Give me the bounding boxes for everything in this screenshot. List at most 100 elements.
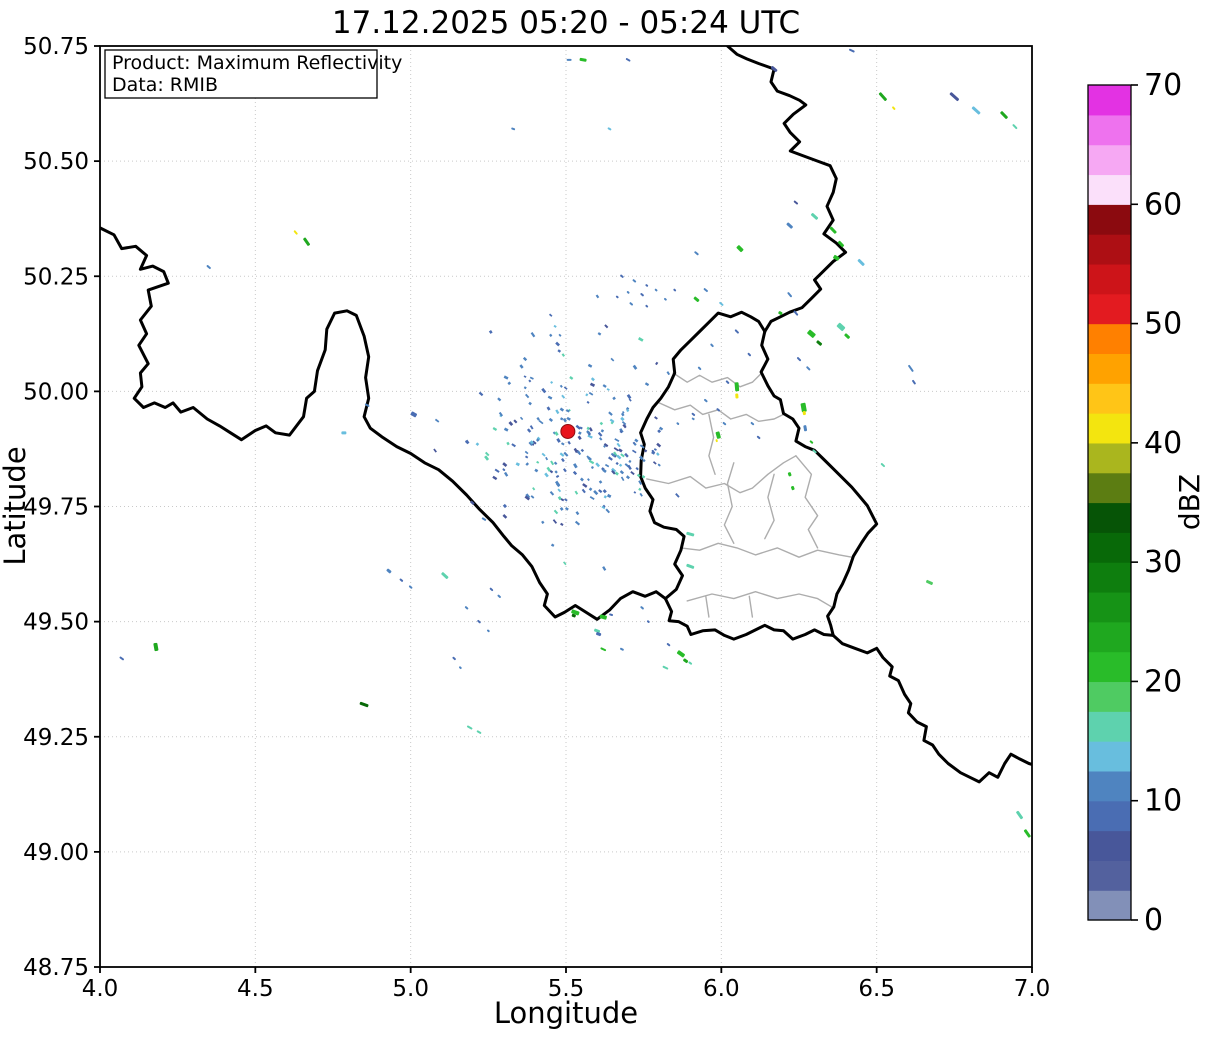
- clutter-speck: [506, 441, 510, 446]
- radar-echo: [293, 230, 298, 235]
- radar-echo: [645, 284, 649, 287]
- clutter-speck: [513, 419, 518, 424]
- radar-echo: [787, 472, 792, 477]
- colorbar-segment: [1088, 114, 1131, 146]
- clutter-speck: [578, 431, 582, 435]
- clutter-speck: [598, 480, 603, 484]
- clutter-speck: [602, 566, 607, 571]
- colorbar-segment: [1088, 413, 1131, 444]
- clutter-speck: [555, 409, 560, 415]
- clutter-speck: [507, 381, 512, 386]
- clutter-speck: [639, 492, 643, 497]
- radar-echo: [829, 226, 837, 234]
- clutter-speck: [559, 384, 563, 388]
- colorbar-segment: [1088, 562, 1131, 593]
- y-tick-label: 50.25: [23, 264, 89, 290]
- clutter-speck: [656, 442, 662, 448]
- radar-echo: [486, 629, 490, 633]
- y-tick-label: 48.75: [23, 955, 89, 981]
- clutter-speck: [515, 462, 520, 467]
- clutter-speck: [588, 459, 595, 465]
- clutter-speck: [502, 514, 508, 519]
- radar-echo: [715, 431, 721, 439]
- clutter-speck: [553, 509, 559, 515]
- y-tick-label: 49.00: [23, 840, 89, 866]
- radar-echo: [971, 106, 981, 115]
- radar-echo: [303, 237, 311, 246]
- region-border-line: [748, 595, 754, 618]
- radar-echo: [949, 92, 960, 102]
- radar-echo: [857, 258, 865, 266]
- clutter-speck: [552, 519, 558, 524]
- radar-echo: [725, 380, 730, 384]
- radar-echo: [632, 279, 637, 283]
- colorbar-segment: [1088, 860, 1131, 891]
- clutter-speck: [632, 449, 637, 454]
- radar-echo: [750, 421, 755, 426]
- radar-echo: [410, 411, 418, 418]
- clutter-speck: [530, 495, 535, 499]
- colorbar-segment: [1088, 144, 1131, 176]
- clutter-speck: [503, 375, 509, 380]
- radar-echo: [800, 402, 807, 413]
- clutter-speck: [523, 386, 527, 390]
- radar-echo: [926, 579, 933, 585]
- clutter-speck: [598, 489, 603, 494]
- radar-echo: [1016, 810, 1023, 820]
- colorbar-segment: [1088, 204, 1131, 235]
- colorbar-segment: [1088, 830, 1131, 861]
- clutter-speck: [484, 455, 490, 461]
- clutter-speck: [541, 387, 547, 394]
- clutter-speck: [553, 461, 558, 466]
- clutter-speck: [546, 406, 551, 411]
- clutter-speck: [618, 463, 623, 467]
- radar-echo: [793, 200, 799, 205]
- country-border-line: [639, 310, 767, 601]
- radar-echo: [1012, 124, 1018, 130]
- radar-echo: [657, 463, 661, 467]
- clutter-speck: [608, 456, 613, 461]
- radar-echo: [735, 393, 739, 399]
- colorbar: 0 10 20 30 40 50 60 70: [1087, 68, 1182, 938]
- clutter-speck: [657, 429, 662, 434]
- radar-echo: [722, 421, 727, 426]
- clutter-speck: [612, 396, 616, 401]
- radar-echo: [809, 440, 814, 444]
- radar-echo: [620, 274, 624, 278]
- radar-echo: [511, 127, 516, 131]
- radar-echo: [386, 568, 392, 574]
- clutter-speck: [589, 382, 596, 387]
- clutter-speck: [566, 416, 571, 421]
- clutter-speck: [526, 428, 532, 433]
- clutter-speck: [572, 470, 578, 476]
- radar-echo: [1000, 111, 1008, 119]
- y-tick-label: 50.75: [23, 34, 89, 60]
- clutter-speck: [528, 401, 532, 406]
- colorbar-segment: [1088, 502, 1131, 533]
- clutter-speck: [554, 470, 558, 474]
- clutter-speck: [553, 324, 557, 328]
- colorbar-segment: [1088, 591, 1131, 623]
- radar-echo: [849, 48, 855, 53]
- clutter-speck: [620, 416, 625, 422]
- radar-echo: [654, 288, 658, 292]
- radar-echo: [912, 379, 916, 385]
- radar-echo: [676, 422, 680, 425]
- clutter-speck: [557, 349, 562, 353]
- colorbar-segment: [1088, 681, 1131, 712]
- x-tick-label: 7.0: [1014, 976, 1051, 1002]
- colorbar-tick-label: 60: [1144, 187, 1182, 222]
- radar-echo: [803, 425, 808, 432]
- radar-echo: [734, 329, 739, 334]
- colorbar-segment: [1088, 323, 1131, 354]
- clutter-speck: [567, 440, 571, 445]
- x-tick-label: 6.5: [858, 976, 895, 1002]
- clutter-speck: [597, 332, 602, 336]
- clutter-speck: [610, 357, 615, 362]
- clutter-speck: [511, 443, 516, 448]
- colorbar-segment: [1088, 711, 1131, 742]
- clutter-speck: [573, 463, 578, 469]
- region-border-line: [723, 462, 735, 544]
- clutter-speck: [532, 487, 536, 491]
- clutter-speck: [632, 364, 638, 370]
